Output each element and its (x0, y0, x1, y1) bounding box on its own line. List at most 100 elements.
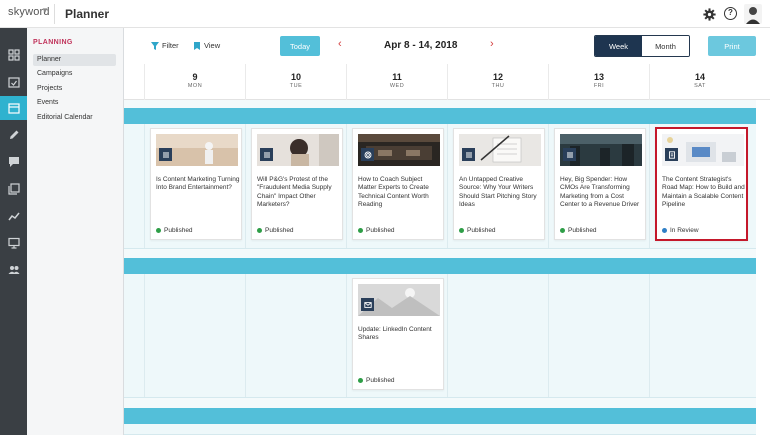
article-type-icon (260, 148, 273, 161)
status-label: In Review (670, 227, 699, 234)
day-column-header: 12 THU (447, 64, 548, 100)
content-card-selected[interactable]: The Content Strategist's Road Map: How t… (655, 127, 748, 241)
week-month-toggle: Week Month (594, 35, 690, 57)
status-label: Published (366, 377, 395, 384)
day-number: 10 (290, 72, 301, 82)
rail-grid-icon[interactable] (0, 43, 27, 67)
content-card[interactable]: Is Content Marketing Turning Into Brand … (150, 128, 242, 240)
pen-icon (9, 130, 18, 139)
day-number: 11 (392, 72, 402, 82)
month-toggle[interactable]: Month (642, 36, 689, 56)
help-icon[interactable]: ? (724, 7, 737, 20)
document-type-icon (665, 148, 678, 161)
filter-button[interactable]: Filter (151, 41, 179, 50)
top-bar: skyword ▼ Planner ? (0, 0, 770, 28)
view-button[interactable]: View (193, 41, 220, 50)
subnav-item-projects[interactable]: Projects (33, 83, 116, 95)
calendar-check-icon (7, 77, 20, 88)
status-badge: Published (156, 227, 193, 234)
planner-toolbar: Filter View Today ‹ Apr 8 - 14, 2018 › W… (124, 28, 770, 64)
status-label: Published (467, 227, 496, 234)
day-column-header: 11 WED (346, 64, 447, 100)
prev-week-arrow[interactable]: ‹ (338, 38, 342, 50)
rail-chat-icon[interactable] (0, 150, 27, 174)
card-title: An Untapped Creative Source: Why Your Wr… (459, 176, 537, 208)
rail-calendar-check-icon[interactable] (0, 70, 27, 94)
subnav-item-editorial-calendar[interactable]: Editorial Calendar (33, 112, 116, 124)
day-number: 14 (694, 72, 705, 82)
status-label: Published (366, 227, 395, 234)
day-name: MON (187, 83, 203, 89)
rail-users-icon[interactable] (0, 258, 27, 282)
article-type-icon (462, 148, 475, 161)
status-badge: Published (257, 227, 294, 234)
divider (54, 4, 55, 24)
date-range: Apr 8 - 14, 2018 (384, 40, 458, 51)
next-week-arrow[interactable]: › (490, 38, 494, 50)
planner-main: Filter View Today ‹ Apr 8 - 14, 2018 › W… (124, 28, 770, 435)
status-label: Published (164, 227, 193, 234)
podcast-type-icon (361, 148, 374, 161)
email-type-icon (361, 298, 374, 311)
filter-icon (151, 41, 159, 50)
grid-icon (7, 49, 20, 61)
day-name: WED (389, 83, 405, 89)
rail-monitor-icon[interactable] (0, 231, 27, 255)
print-button[interactable]: Print (708, 36, 756, 56)
rail-pen-icon[interactable] (0, 123, 27, 147)
content-card[interactable]: An Untapped Creative Source: Why Your Wr… (453, 128, 545, 240)
monitor-icon (7, 237, 20, 249)
status-label: Published (568, 227, 597, 234)
chart-icon (7, 212, 20, 221)
day-number: 9 (192, 72, 198, 82)
card-title: Is Content Marketing Turning Into Brand … (156, 176, 240, 192)
content-card[interactable]: Update: LinkedIn Content Shares Publishe… (352, 278, 444, 390)
calendar-icon (7, 103, 20, 114)
rail-calendar-icon[interactable] (0, 96, 27, 120)
planning-subnav: PLANNING Planner Campaigns Projects Even… (27, 28, 124, 435)
content-card[interactable]: Will P&G's Protest of the "Fraudulent Me… (251, 128, 343, 240)
subnav-item-events[interactable]: Events (33, 97, 116, 109)
day-column-header: 14 SAT (649, 64, 750, 100)
week-toggle[interactable]: Week (595, 36, 642, 56)
day-name: TUE (289, 83, 303, 89)
status-badge: Published (459, 227, 496, 234)
day-column-header: 10 TUE (245, 64, 346, 100)
chat-icon (8, 157, 19, 167)
page-title: Planner (65, 7, 110, 21)
card-title: Will P&G's Protest of the "Fraudulent Me… (257, 176, 332, 208)
day-name: FRI (593, 83, 605, 89)
status-badge: In Review (662, 227, 699, 234)
card-title: Hey, Big Spender: How CMOs Are Transform… (560, 176, 640, 208)
users-icon (8, 266, 19, 274)
view-label: View (204, 41, 221, 50)
planner-row (124, 424, 758, 435)
content-card[interactable]: How to Coach Subject Matter Experts to C… (352, 128, 444, 240)
avatar[interactable] (744, 4, 762, 24)
today-button[interactable]: Today (280, 36, 320, 56)
row-header-bar[interactable] (124, 258, 758, 274)
row-header-bar[interactable] (124, 108, 758, 124)
day-number: 12 (492, 72, 503, 82)
rail-gallery-icon[interactable] (0, 177, 27, 201)
status-badge: Published (358, 227, 395, 234)
row-header-bar[interactable] (124, 408, 758, 424)
card-title: Update: LinkedIn Content Shares (358, 326, 432, 342)
subnav-item-campaigns[interactable]: Campaigns (33, 68, 116, 80)
subnav-item-planner[interactable]: Planner (33, 54, 116, 66)
card-title: How to Coach Subject Matter Experts to C… (358, 176, 429, 208)
status-label: Published (265, 227, 294, 234)
scrollbar-track[interactable] (756, 100, 770, 435)
status-badge: Published (358, 377, 395, 384)
day-name: THU (491, 83, 505, 89)
rail-chart-icon[interactable] (0, 204, 27, 228)
content-card[interactable]: Hey, Big Spender: How CMOs Are Transform… (554, 128, 646, 240)
bookmark-icon (194, 41, 200, 50)
gallery-icon (7, 183, 20, 195)
day-header: 9 MON 10 TUE 11 WED 12 THU 13 FRI 14 SAT (124, 64, 770, 100)
chevron-down-icon[interactable]: ▼ (41, 6, 49, 15)
app-rail (0, 28, 27, 435)
status-badge: Published (560, 227, 597, 234)
gear-icon[interactable] (703, 8, 716, 21)
day-column-header: 9 MON (144, 64, 245, 100)
